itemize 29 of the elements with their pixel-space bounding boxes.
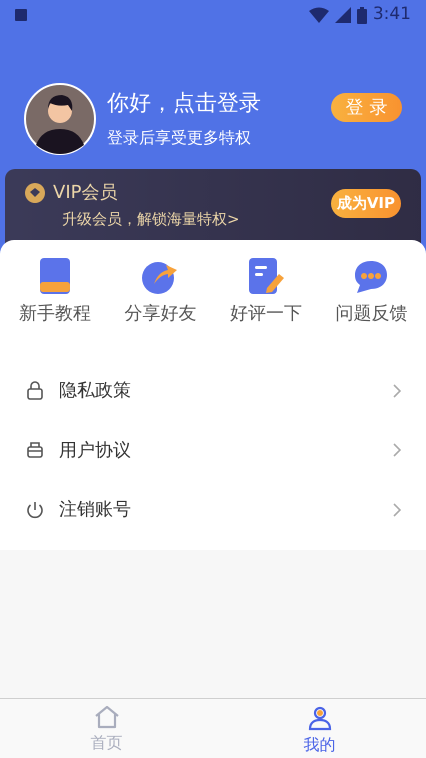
book-icon	[38, 258, 72, 294]
briefcase-icon	[25, 440, 45, 460]
note-pencil-icon	[246, 258, 285, 294]
power-icon	[25, 500, 45, 520]
login-prompt[interactable]: 你好，点击登录	[107, 88, 331, 118]
nav-tab[interactable]: 我的	[304, 733, 336, 757]
chevron-right-icon	[393, 502, 401, 517]
share-arrow-icon	[142, 260, 178, 294]
chat-bubble-icon	[353, 260, 390, 294]
home-icon	[94, 705, 120, 729]
menu-item-label[interactable]: 隐私政策	[59, 377, 379, 404]
signal-icon	[334, 7, 351, 23]
shortcut-label[interactable]: 新手教程	[18, 300, 91, 327]
status-time: 3:41	[372, 3, 411, 26]
menu-item-label[interactable]: 用户协议	[59, 436, 379, 464]
login-benefit-text: 登录后享受更多特权	[107, 126, 252, 148]
chevron-right-icon	[393, 443, 401, 458]
shortcut-label[interactable]: 好评一下	[230, 300, 302, 327]
avatar-silhouette	[24, 83, 96, 155]
user-icon	[306, 705, 332, 731]
shortcut-label[interactable]: 分享好友	[124, 300, 196, 327]
lock-icon	[25, 380, 45, 401]
battery-icon	[356, 6, 367, 24]
chevron-right-icon	[393, 384, 401, 398]
vip-title: VIP会员	[53, 181, 118, 205]
menu-item-label[interactable]: 注销账号	[59, 496, 379, 524]
vip-subtitle[interactable]: 升级会员，解锁海量特权>	[62, 208, 240, 230]
shortcut-label[interactable]: 问题反馈	[335, 300, 408, 327]
wifi-icon	[308, 7, 329, 23]
